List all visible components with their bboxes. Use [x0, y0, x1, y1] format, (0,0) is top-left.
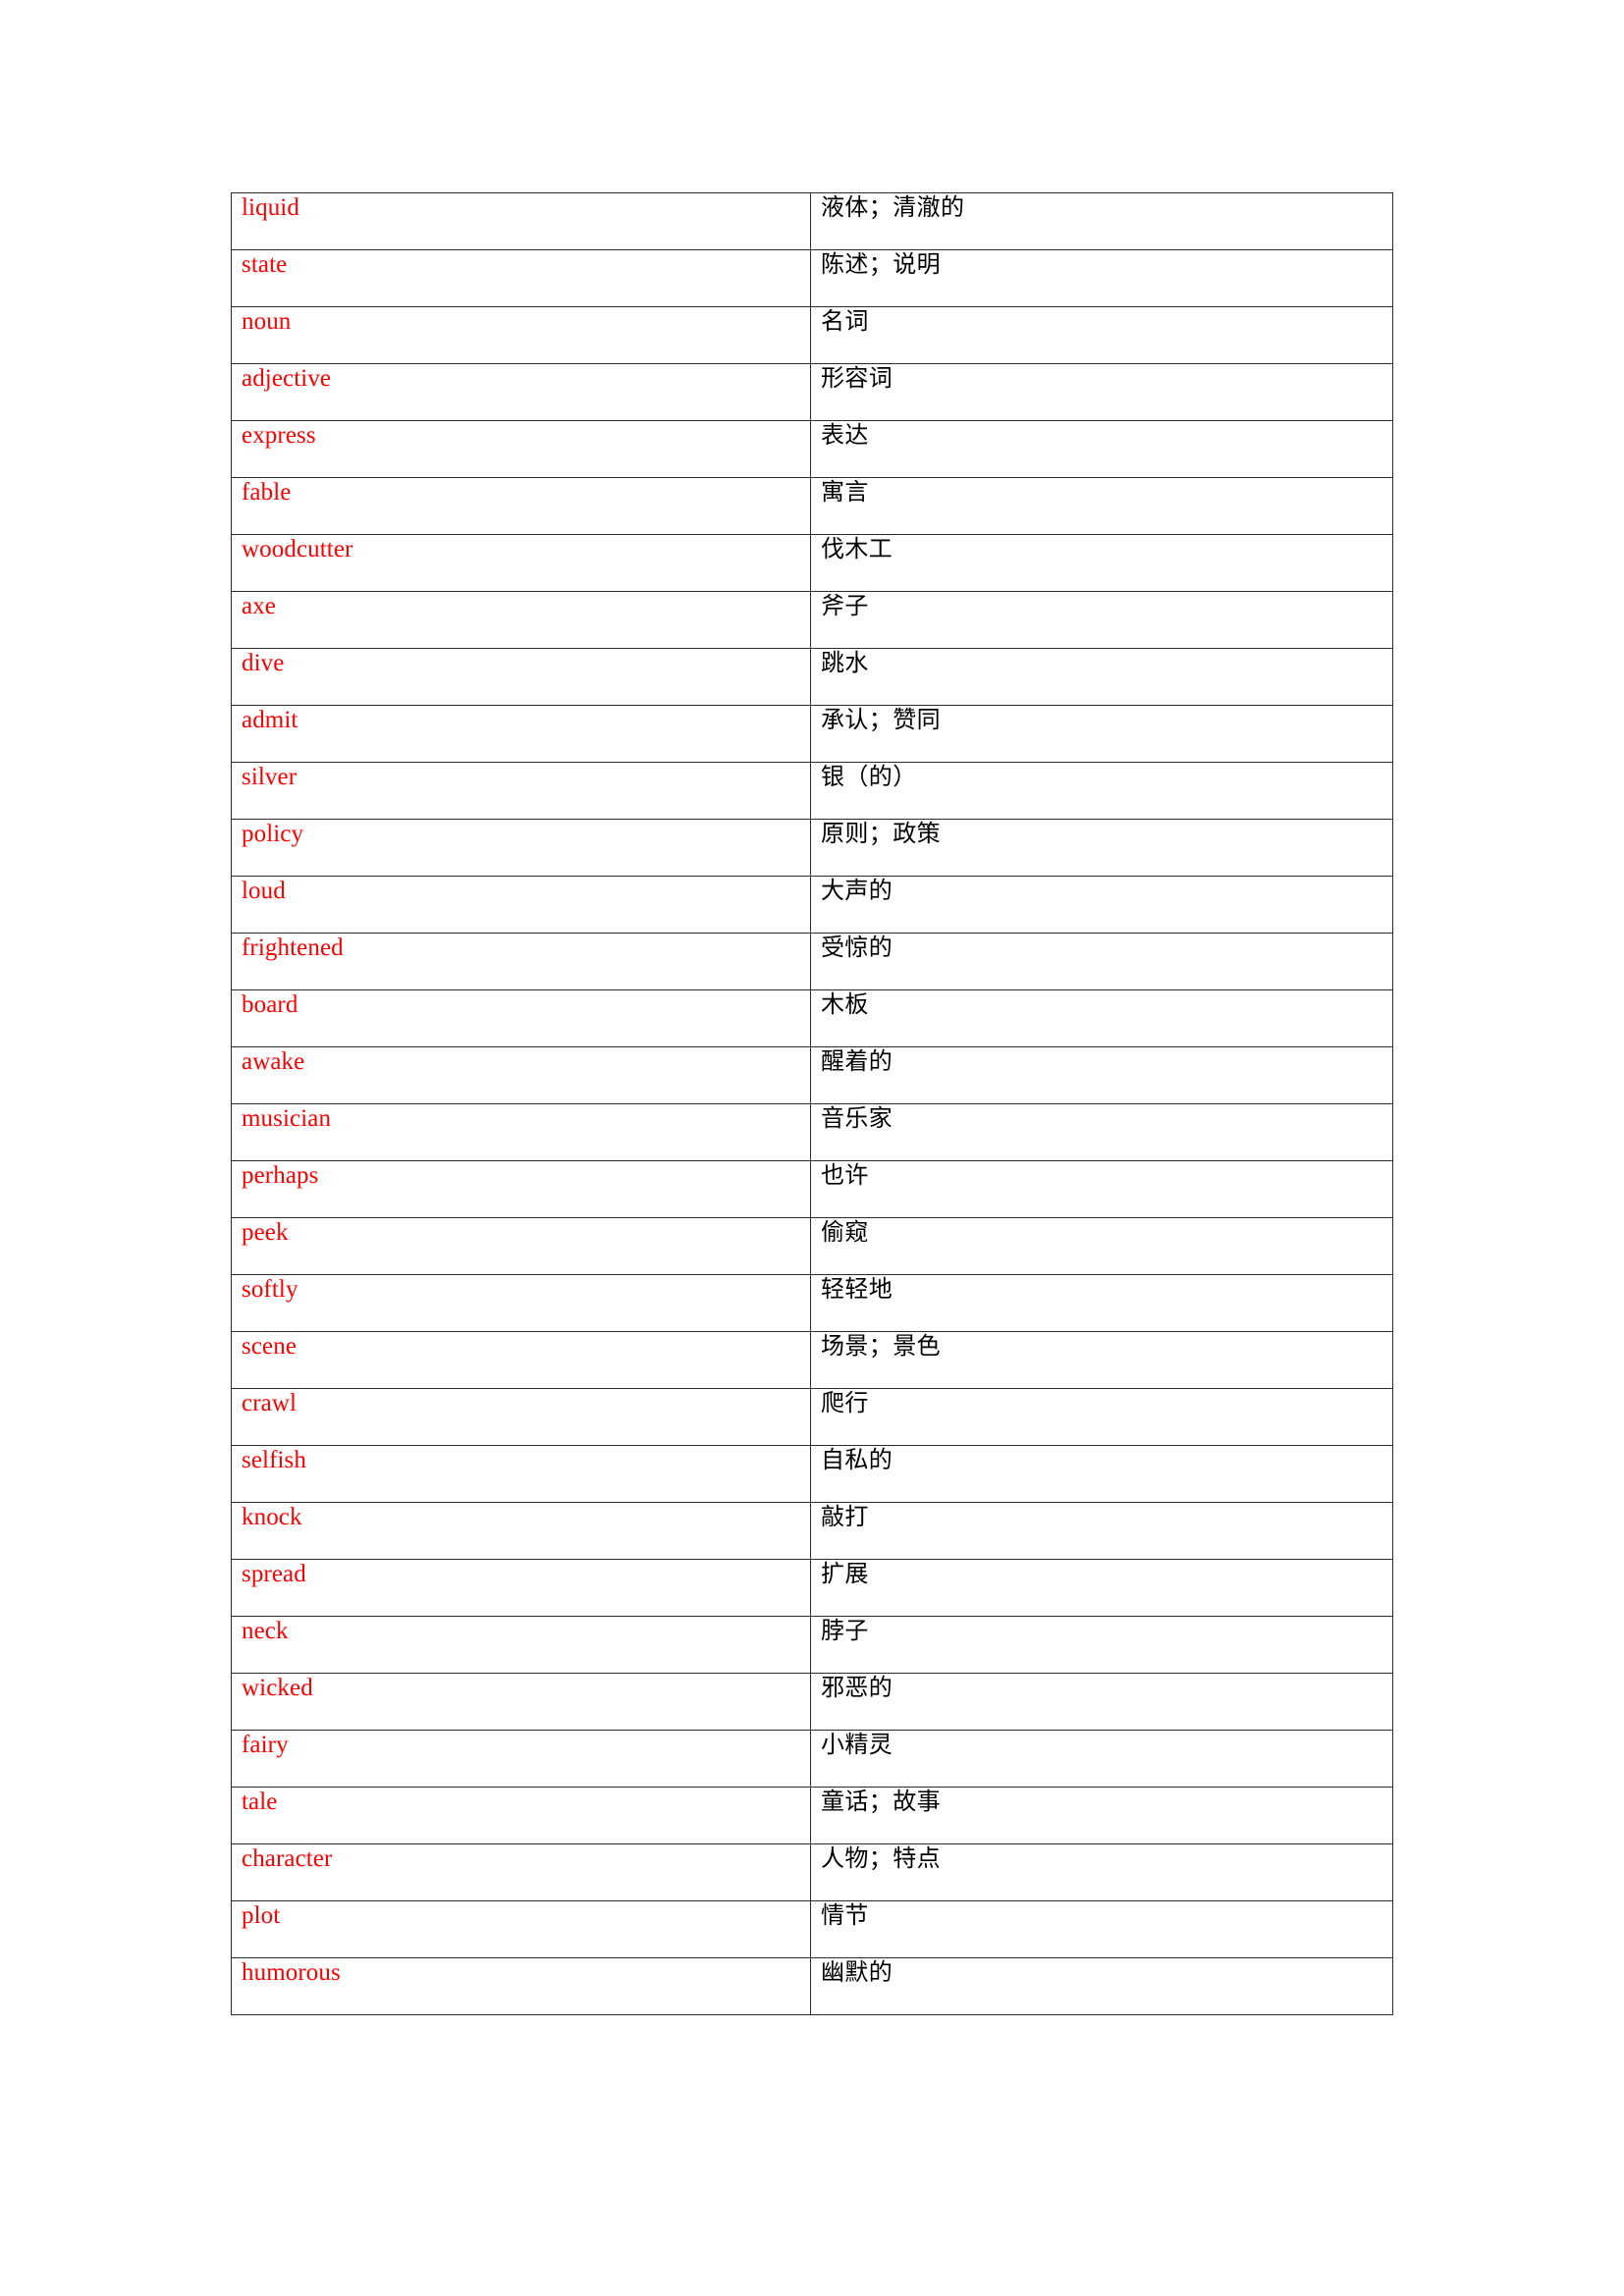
vocabulary-word-cell: board: [231, 989, 811, 1047]
table-row: tale 童话；故事: [231, 1787, 1393, 1844]
vocabulary-translation-cell: 表达: [810, 420, 1393, 478]
vocabulary-word-cell: plot: [231, 1900, 811, 1958]
vocabulary-translation-cell: 醒着的: [810, 1046, 1393, 1104]
vocabulary-word-cell: admit: [231, 705, 811, 763]
table-row: musician 音乐家: [231, 1103, 1393, 1161]
vocabulary-translation-cell: 原则；政策: [810, 819, 1393, 877]
vocabulary-word-cell: wicked: [231, 1673, 811, 1731]
vocabulary-word-cell: selfish: [231, 1445, 811, 1503]
vocabulary-translation-cell: 斧子: [810, 591, 1393, 649]
vocabulary-translation-cell: 偷窥: [810, 1217, 1393, 1275]
table-row: perhaps 也许: [231, 1160, 1393, 1218]
table-row: admit 承认；赞同: [231, 705, 1393, 763]
table-row: axe 斧子: [231, 591, 1393, 649]
vocabulary-word-cell: policy: [231, 819, 811, 877]
vocabulary-translation-cell: 自私的: [810, 1445, 1393, 1503]
table-row: plot 情节: [231, 1900, 1393, 1958]
vocabulary-translation-cell: 受惊的: [810, 933, 1393, 990]
table-row: silver 银（的）: [231, 762, 1393, 820]
vocabulary-word-cell: musician: [231, 1103, 811, 1161]
table-row: liquid 液体；清澈的: [231, 192, 1393, 250]
vocabulary-translation-cell: 幽默的: [810, 1957, 1393, 2015]
vocabulary-translation-cell: 脖子: [810, 1616, 1393, 1674]
table-row: awake 醒着的: [231, 1046, 1393, 1104]
vocabulary-word-cell: liquid: [231, 192, 811, 250]
vocabulary-word-cell: woodcutter: [231, 534, 811, 592]
table-row: policy 原则；政策: [231, 819, 1393, 877]
table-row: humorous 幽默的: [231, 1957, 1393, 2015]
table-row: adjective 形容词: [231, 363, 1393, 421]
table-row: board 木板: [231, 989, 1393, 1047]
vocabulary-translation-cell: 童话；故事: [810, 1787, 1393, 1844]
vocabulary-word-cell: spread: [231, 1559, 811, 1617]
vocabulary-word-cell: softly: [231, 1274, 811, 1332]
vocabulary-word-cell: dive: [231, 648, 811, 706]
table-row: selfish 自私的: [231, 1445, 1393, 1503]
vocabulary-translation-cell: 情节: [810, 1900, 1393, 1958]
vocabulary-translation-cell: 爬行: [810, 1388, 1393, 1446]
table-row: fairy 小精灵: [231, 1730, 1393, 1788]
vocabulary-translation-cell: 人物；特点: [810, 1843, 1393, 1901]
vocabulary-word-cell: adjective: [231, 363, 811, 421]
table-row: noun 名词: [231, 306, 1393, 364]
vocabulary-translation-cell: 场景；景色: [810, 1331, 1393, 1389]
table-row: dive 跳水: [231, 648, 1393, 706]
vocabulary-word-cell: character: [231, 1843, 811, 1901]
vocabulary-translation-cell: 邪恶的: [810, 1673, 1393, 1731]
vocabulary-translation-cell: 扩展: [810, 1559, 1393, 1617]
vocabulary-translation-cell: 敲打: [810, 1502, 1393, 1560]
vocabulary-translation-cell: 大声的: [810, 876, 1393, 934]
vocabulary-translation-cell: 名词: [810, 306, 1393, 364]
vocabulary-table: liquid 液体；清澈的 state 陈述；说明 noun 名词 adjective 形容词…: [231, 192, 1393, 2015]
vocabulary-translation-cell: 也许: [810, 1160, 1393, 1218]
table-row: crawl 爬行: [231, 1388, 1393, 1446]
vocabulary-word-cell: loud: [231, 876, 811, 934]
document-page: liquid 液体；清澈的 state 陈述；说明 noun 名词 adjective 形容词…: [0, 0, 1624, 2296]
table-row: state 陈述；说明: [231, 249, 1393, 307]
vocabulary-translation-cell: 陈述；说明: [810, 249, 1393, 307]
vocabulary-word-cell: axe: [231, 591, 811, 649]
table-row: frightened 受惊的: [231, 933, 1393, 990]
vocabulary-word-cell: express: [231, 420, 811, 478]
vocabulary-translation-cell: 银（的）: [810, 762, 1393, 820]
vocabulary-translation-cell: 小精灵: [810, 1730, 1393, 1788]
vocabulary-word-cell: crawl: [231, 1388, 811, 1446]
table-row: neck 脖子: [231, 1616, 1393, 1674]
table-row: peek 偷窥: [231, 1217, 1393, 1275]
vocabulary-translation-cell: 跳水: [810, 648, 1393, 706]
table-row: express 表达: [231, 420, 1393, 478]
table-row: spread 扩展: [231, 1559, 1393, 1617]
vocabulary-word-cell: frightened: [231, 933, 811, 990]
table-row: woodcutter 伐木工: [231, 534, 1393, 592]
table-row: wicked 邪恶的: [231, 1673, 1393, 1731]
vocabulary-translation-cell: 寓言: [810, 477, 1393, 535]
vocabulary-word-cell: humorous: [231, 1957, 811, 2015]
vocabulary-translation-cell: 承认；赞同: [810, 705, 1393, 763]
vocabulary-word-cell: state: [231, 249, 811, 307]
table-row: character 人物；特点: [231, 1843, 1393, 1901]
vocabulary-word-cell: awake: [231, 1046, 811, 1104]
table-row: loud 大声的: [231, 876, 1393, 934]
vocabulary-word-cell: peek: [231, 1217, 811, 1275]
table-row: fable 寓言: [231, 477, 1393, 535]
vocabulary-translation-cell: 音乐家: [810, 1103, 1393, 1161]
vocabulary-translation-cell: 形容词: [810, 363, 1393, 421]
vocabulary-translation-cell: 轻轻地: [810, 1274, 1393, 1332]
table-row: scene 场景；景色: [231, 1331, 1393, 1389]
vocabulary-word-cell: tale: [231, 1787, 811, 1844]
table-row: knock 敲打: [231, 1502, 1393, 1560]
vocabulary-translation-cell: 液体；清澈的: [810, 192, 1393, 250]
vocabulary-word-cell: scene: [231, 1331, 811, 1389]
vocabulary-translation-cell: 木板: [810, 989, 1393, 1047]
vocabulary-word-cell: perhaps: [231, 1160, 811, 1218]
table-row: softly 轻轻地: [231, 1274, 1393, 1332]
vocabulary-word-cell: fairy: [231, 1730, 811, 1788]
vocabulary-table-body: liquid 液体；清澈的 state 陈述；说明 noun 名词 adjective 形容词…: [231, 192, 1393, 2015]
vocabulary-word-cell: silver: [231, 762, 811, 820]
vocabulary-word-cell: fable: [231, 477, 811, 535]
vocabulary-word-cell: knock: [231, 1502, 811, 1560]
vocabulary-translation-cell: 伐木工: [810, 534, 1393, 592]
vocabulary-word-cell: noun: [231, 306, 811, 364]
vocabulary-word-cell: neck: [231, 1616, 811, 1674]
